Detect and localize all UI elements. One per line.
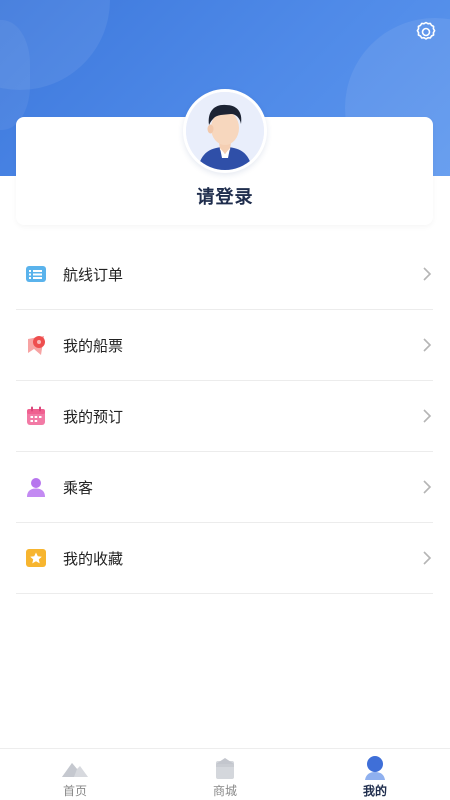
home-icon xyxy=(62,763,88,777)
ticket-icon xyxy=(28,336,45,355)
chevron-right-icon xyxy=(423,338,432,352)
star-icon xyxy=(26,549,46,567)
menu-item-route-orders[interactable]: 航线订单 xyxy=(16,239,433,310)
tab-label: 首页 xyxy=(62,784,87,798)
avatar[interactable] xyxy=(183,89,267,173)
chevron-right-icon xyxy=(423,267,432,281)
tab-home[interactable]: 首页 xyxy=(0,749,150,800)
menu-item-passengers[interactable]: 乘客 xyxy=(16,452,433,523)
menu-item-label: 我的船票 xyxy=(63,336,124,355)
menu-item-label: 我的预订 xyxy=(63,407,124,426)
menu-item-my-tickets[interactable]: 我的船票 xyxy=(16,310,433,381)
tab-label: 商城 xyxy=(212,784,237,798)
menu-item-favorites[interactable]: 我的收藏 xyxy=(16,523,433,594)
person-icon xyxy=(27,478,45,497)
bottom-tab-bar: 首页 商城 我的 xyxy=(0,748,450,800)
list-icon xyxy=(26,266,46,282)
tab-shop[interactable]: 商城 xyxy=(150,749,300,800)
chevron-right-icon xyxy=(423,551,432,565)
tab-label: 我的 xyxy=(362,784,387,798)
chevron-right-icon xyxy=(423,409,432,423)
menu-item-label: 乘客 xyxy=(63,478,94,497)
profile-icon xyxy=(365,756,385,780)
menu-item-label: 航线订单 xyxy=(63,265,124,284)
login-prompt[interactable]: 请登录 xyxy=(0,183,450,209)
user-avatar-icon xyxy=(186,92,264,170)
menu-item-my-reservations[interactable]: 我的预订 xyxy=(16,381,433,452)
chevron-right-icon xyxy=(423,480,432,494)
gear-icon[interactable] xyxy=(414,20,438,44)
menu-item-label: 我的收藏 xyxy=(63,549,124,568)
tab-profile[interactable]: 我的 xyxy=(300,749,450,800)
calendar-icon xyxy=(27,406,45,425)
menu-list: 航线订单 我的船票 我的预订 乘客 我的收藏 xyxy=(16,239,433,594)
shop-icon xyxy=(216,758,234,779)
